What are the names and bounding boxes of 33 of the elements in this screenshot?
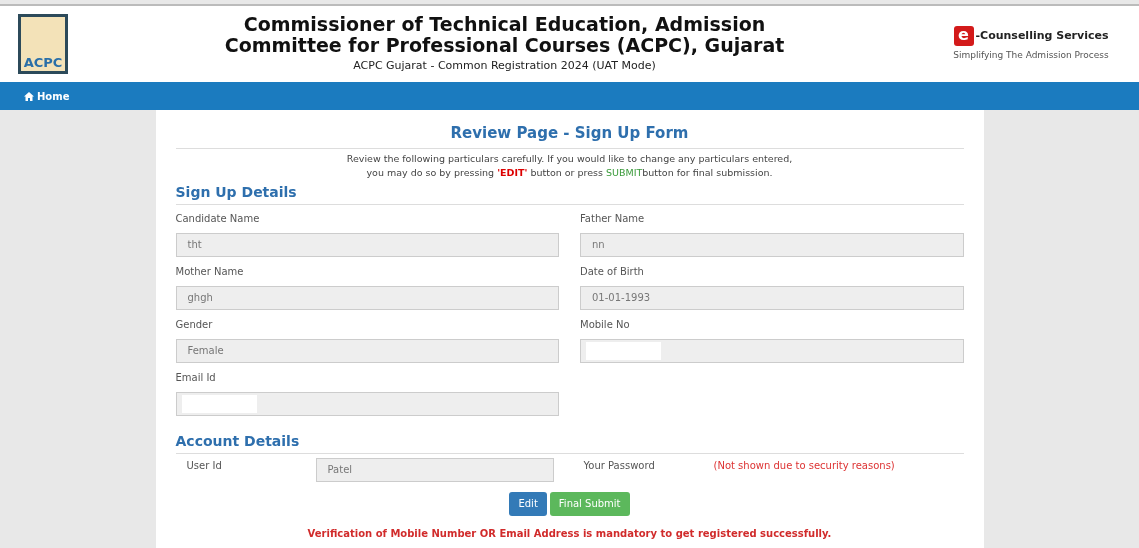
readonly-field[interactable]: 01-01-1993 bbox=[580, 285, 964, 310]
header-subtitle: ACPC Gujarat - Common Registration 2024 (UAT Mode) bbox=[353, 57, 656, 74]
field-label: Date of Birth bbox=[580, 264, 645, 279]
password-note: (Not shown due to security reasons) bbox=[713, 458, 895, 473]
header-title: Commissioner of Technical Education, Admission Committee for Professional Courses (ACPC), Gujarat bbox=[224, 13, 785, 56]
final-submit-button[interactable]: Final Submit bbox=[549, 491, 630, 516]
field-label: Mother Name bbox=[175, 264, 245, 279]
field-label: Father Name bbox=[580, 211, 646, 226]
field-label: Email Id bbox=[175, 370, 217, 385]
readonly-field[interactable]: nn bbox=[580, 232, 964, 257]
field-label: Gender bbox=[175, 317, 214, 332]
warning-text: Verification of Mobile Number OR Email Address is mandatory to get registered successfully. bbox=[306, 526, 833, 541]
readonly-field[interactable] bbox=[175, 391, 559, 416]
brand-logo: e bbox=[953, 25, 974, 46]
home-link[interactable]: Home bbox=[24, 88, 70, 104]
brand-name: -Counselling Services bbox=[975, 27, 1109, 44]
readonly-field[interactable]: Patel bbox=[315, 457, 554, 482]
field-label: User Id bbox=[185, 458, 223, 473]
home-icon bbox=[24, 91, 34, 101]
readonly-field[interactable]: ghgh bbox=[175, 285, 559, 310]
field-label: Candidate Name bbox=[175, 211, 261, 226]
brand-tagline: Simplifying The Admission Process bbox=[953, 48, 1109, 62]
readonly-field[interactable]: tht bbox=[175, 232, 559, 257]
page-title: Review Page - Sign Up Form bbox=[449, 123, 690, 144]
readonly-field[interactable] bbox=[580, 338, 964, 363]
section-heading: Sign Up Details bbox=[175, 181, 964, 205]
acpc-logo: ACPC bbox=[18, 14, 68, 74]
edit-button[interactable]: Edit bbox=[509, 491, 547, 516]
instructions-text: Review the following particulars carefully. If you would like to change any particulars entered, you may do so by pressing 'EDIT' button or press SUBMITbutton for final submission. bbox=[345, 151, 794, 180]
field-label: Your Password bbox=[583, 458, 656, 473]
readonly-field[interactable]: Female bbox=[175, 338, 559, 363]
field-label: Mobile No bbox=[580, 317, 631, 332]
section-heading: Account Details bbox=[175, 430, 964, 454]
